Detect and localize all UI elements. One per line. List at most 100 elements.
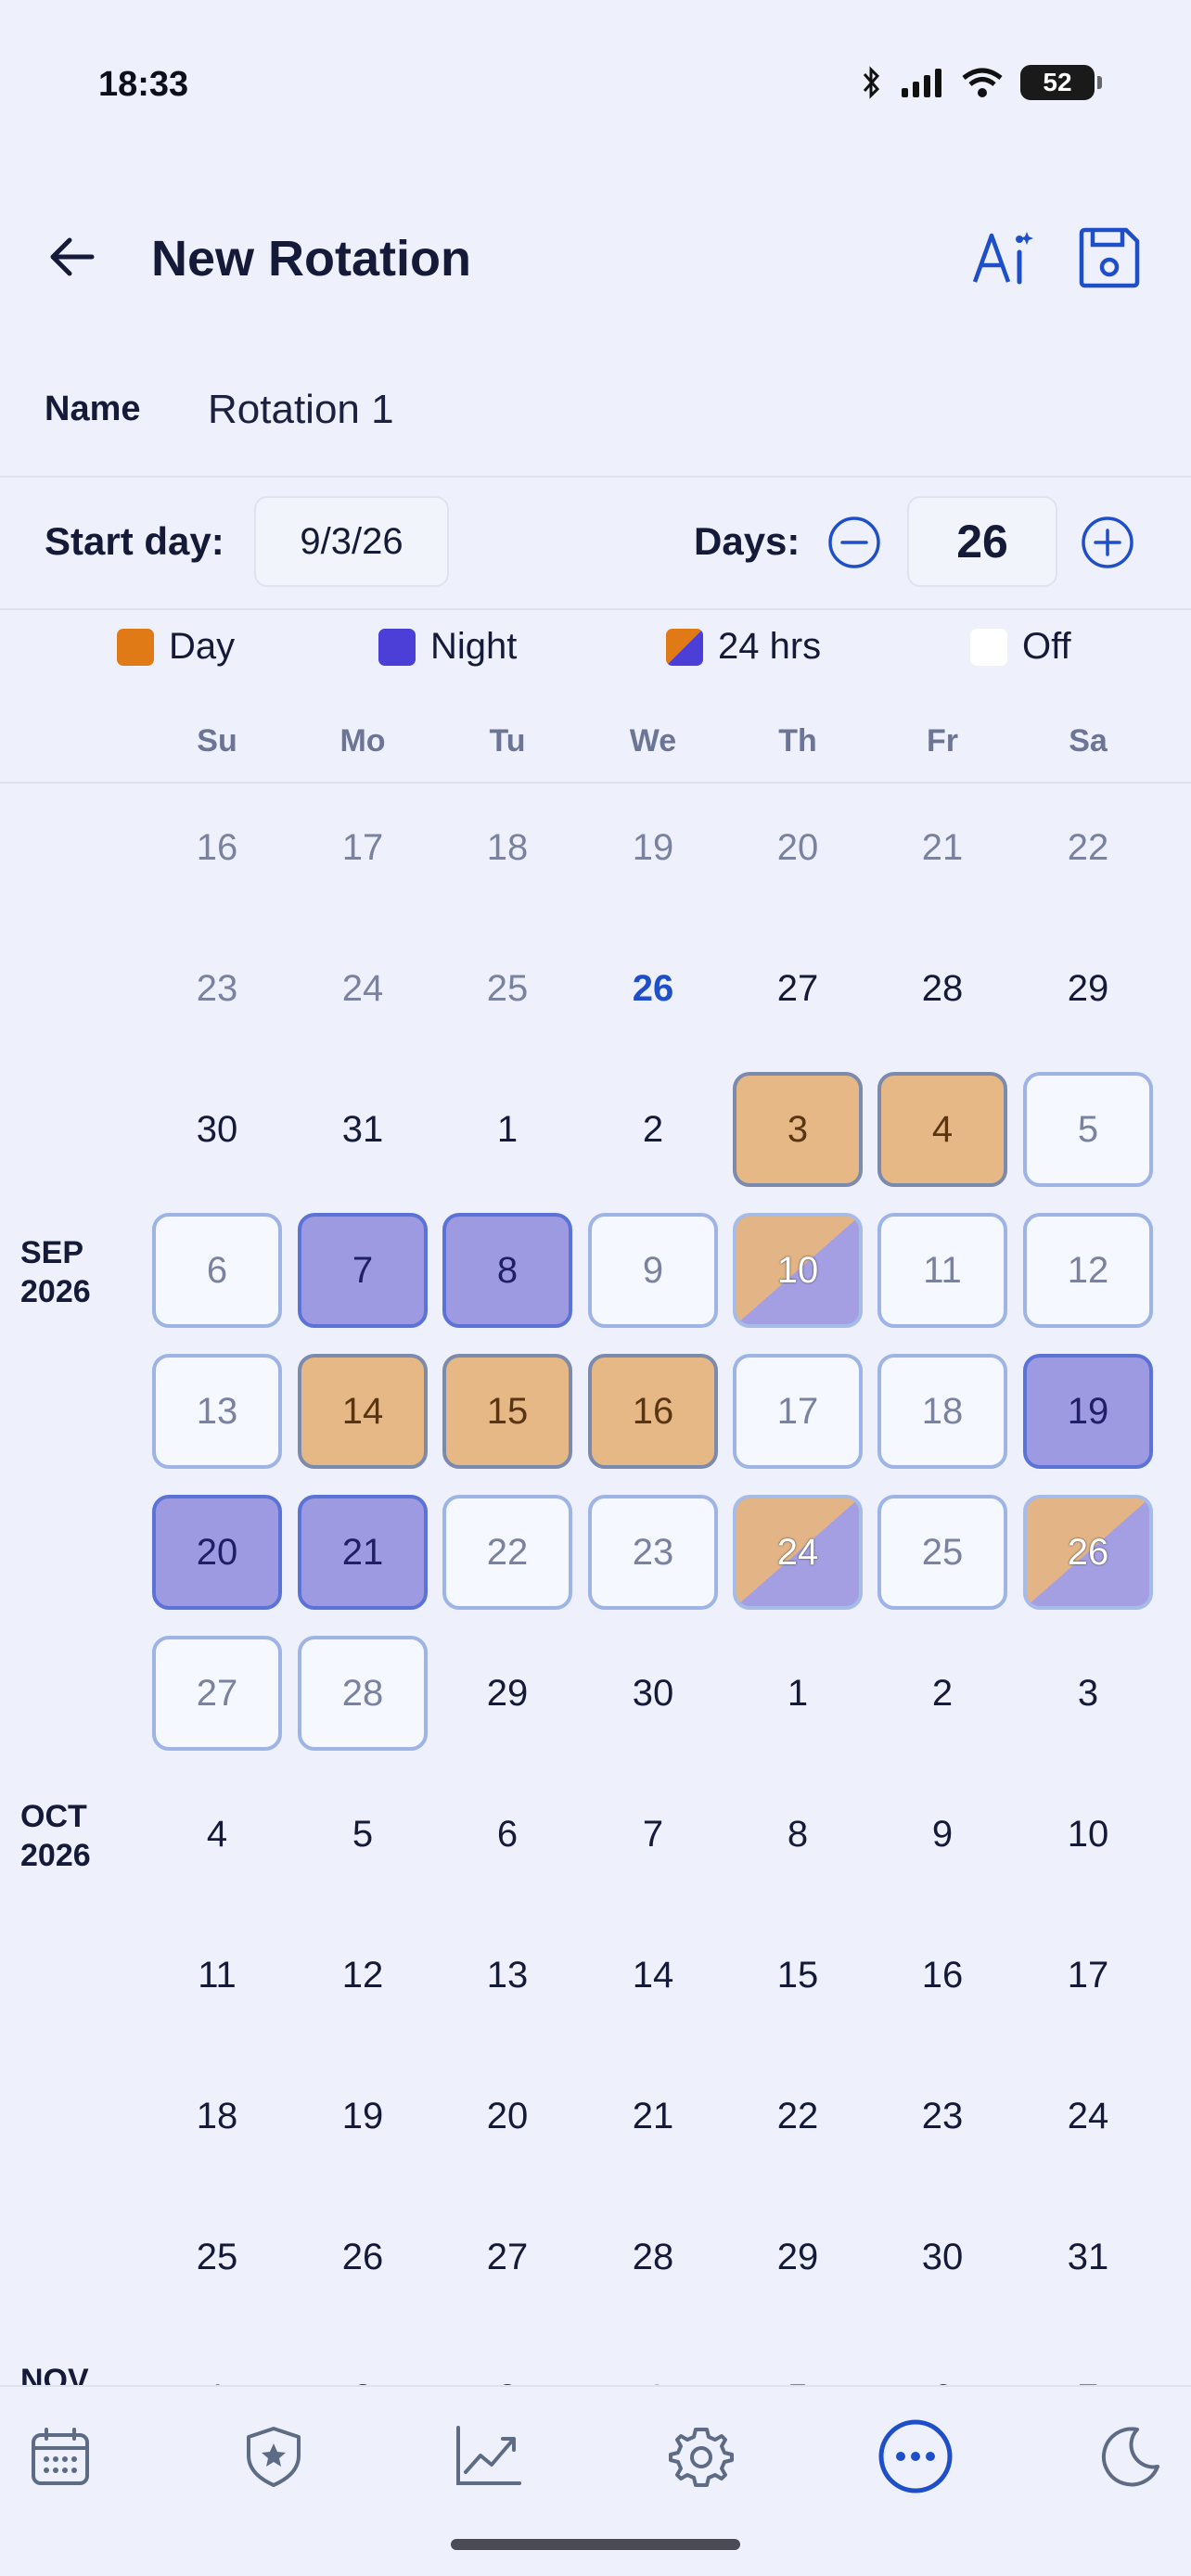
calendar-day-day[interactable]: 3 — [733, 1072, 863, 1187]
start-day-input[interactable]: 9/3/26 — [254, 496, 449, 587]
calendar-day[interactable]: 2 — [877, 1636, 1007, 1751]
calendar-day[interactable]: 20 — [442, 2059, 572, 2174]
name-input[interactable]: Rotation 1 — [208, 387, 394, 433]
calendar-day[interactable]: 1 — [733, 1636, 863, 1751]
calendar-day[interactable]: 23 — [152, 931, 282, 1046]
calendar-day-off[interactable]: 28 — [298, 1636, 428, 1751]
calendar-day[interactable]: 28 — [877, 931, 1007, 1046]
calendar-day[interactable]: 19 — [588, 790, 718, 905]
calendar-day[interactable]: 30 — [588, 1636, 718, 1751]
calendar-day[interactable]: 7 — [1023, 2340, 1153, 2386]
calendar-day[interactable]: 25 — [152, 2200, 282, 2315]
calendar-day-night[interactable]: 8 — [442, 1213, 572, 1328]
calendar-day-day[interactable]: 16 — [588, 1354, 718, 1469]
calendar-day-off[interactable]: 5 — [1023, 1072, 1153, 1187]
calendar-day-full[interactable]: 24 — [733, 1495, 863, 1610]
calendar-day-off[interactable]: 27 — [152, 1636, 282, 1751]
calendar-day[interactable]: 9 — [877, 1777, 1007, 1892]
calendar-day[interactable]: 1 — [442, 1072, 572, 1187]
calendar-day-night[interactable]: 7 — [298, 1213, 428, 1328]
calendar-day-off[interactable]: 13 — [152, 1354, 282, 1469]
calendar-day[interactable]: 5 — [733, 2340, 863, 2386]
calendar-day-off[interactable]: 22 — [442, 1495, 572, 1610]
calendar-day-off[interactable]: 6 — [152, 1213, 282, 1328]
calendar-day[interactable]: 3 — [1023, 1636, 1153, 1751]
calendar-day-off[interactable]: 18 — [877, 1354, 1007, 1469]
calendar-day[interactable]: 10 — [1023, 1777, 1153, 1892]
calendar-day[interactable]: 8 — [733, 1777, 863, 1892]
tab-badges[interactable] — [232, 2415, 315, 2498]
tab-calendar[interactable] — [19, 2415, 102, 2498]
calendar-day[interactable]: 6 — [442, 1777, 572, 1892]
calendar-day[interactable]: 20 — [733, 790, 863, 905]
calendar-day[interactable]: 21 — [877, 790, 1007, 905]
calendar-day[interactable]: 21 — [588, 2059, 718, 2174]
tab-more[interactable] — [874, 2415, 957, 2498]
days-label: Days: — [694, 519, 800, 563]
calendar-day-night[interactable]: 21 — [298, 1495, 428, 1610]
calendar-day[interactable]: 25 — [442, 931, 572, 1046]
calendar-day[interactable]: 24 — [1023, 2059, 1153, 2174]
calendar-day-off[interactable]: 12 — [1023, 1213, 1153, 1328]
calendar-day[interactable]: 18 — [152, 2059, 282, 2174]
calendar-day-full[interactable]: 10 — [733, 1213, 863, 1328]
calendar-day[interactable]: 15 — [733, 1918, 863, 2033]
tab-night-mode[interactable] — [1087, 2415, 1171, 2498]
calendar-day[interactable]: 27 — [442, 2200, 572, 2315]
calendar-day[interactable]: 17 — [298, 790, 428, 905]
tab-stats[interactable] — [446, 2415, 530, 2498]
calendar-day[interactable]: 12 — [298, 1918, 428, 2033]
days-input[interactable]: 26 — [907, 496, 1057, 587]
calendar-day[interactable]: 11 — [152, 1918, 282, 2033]
calendar-day[interactable]: 7 — [588, 1777, 718, 1892]
calendar-day-full[interactable]: 26 — [1023, 1495, 1153, 1610]
back-button[interactable] — [39, 224, 104, 289]
calendar-day[interactable]: 31 — [298, 1072, 428, 1187]
calendar-day[interactable]: 30 — [152, 1072, 282, 1187]
calendar-day-off[interactable]: 23 — [588, 1495, 718, 1610]
calendar-day[interactable]: 17 — [1023, 1918, 1153, 2033]
calendar-day-night[interactable]: 20 — [152, 1495, 282, 1610]
calendar-day-day[interactable]: 15 — [442, 1354, 572, 1469]
calendar-day-day[interactable]: 4 — [877, 1072, 1007, 1187]
calendar-day[interactable]: 18 — [442, 790, 572, 905]
calendar-day[interactable]: 29 — [1023, 931, 1153, 1046]
calendar-day[interactable]: 22 — [1023, 790, 1153, 905]
calendar-day-off[interactable]: 25 — [877, 1495, 1007, 1610]
calendar-day[interactable]: 19 — [298, 2059, 428, 2174]
calendar-day[interactable]: 31 — [1023, 2200, 1153, 2315]
calendar-day[interactable]: 29 — [442, 1636, 572, 1751]
calendar-day-day[interactable]: 14 — [298, 1354, 428, 1469]
calendar-day[interactable]: 26 — [298, 2200, 428, 2315]
calendar-day[interactable]: 13 — [442, 1918, 572, 2033]
calendar-day[interactable]: 30 — [877, 2200, 1007, 2315]
ai-button[interactable] — [969, 224, 1036, 291]
calendar-day[interactable]: 29 — [733, 2200, 863, 2315]
battery-indicator: 52 — [1020, 65, 1102, 100]
days-increment-button[interactable] — [1080, 515, 1135, 570]
calendar-day[interactable]: 14 — [588, 1918, 718, 2033]
calendar-day[interactable]: 4 — [588, 2340, 718, 2386]
calendar-day[interactable]: 24 — [298, 931, 428, 1046]
calendar-day[interactable]: 27 — [733, 931, 863, 1046]
save-button[interactable] — [1076, 224, 1143, 291]
calendar-day-off[interactable]: 9 — [588, 1213, 718, 1328]
calendar-day[interactable]: 4 — [152, 1777, 282, 1892]
calendar-day-off[interactable]: 11 — [877, 1213, 1007, 1328]
calendar-day[interactable]: 3 — [442, 2340, 572, 2386]
calendar-day[interactable]: 6 — [877, 2340, 1007, 2386]
calendar-day[interactable]: 2 — [298, 2340, 428, 2386]
days-decrement-button[interactable] — [826, 515, 882, 570]
calendar-day[interactable]: 23 — [877, 2059, 1007, 2174]
calendar-day[interactable]: 16 — [152, 790, 282, 905]
calendar-day-night[interactable]: 19 — [1023, 1354, 1153, 1469]
calendar-day[interactable]: 16 — [877, 1918, 1007, 2033]
calendar-day[interactable]: 5 — [298, 1777, 428, 1892]
calendar-day-off[interactable]: 17 — [733, 1354, 863, 1469]
calendar-day[interactable]: 22 — [733, 2059, 863, 2174]
tab-settings[interactable] — [660, 2415, 743, 2498]
calendar-day[interactable]: 28 — [588, 2200, 718, 2315]
calendar-day[interactable]: 2 — [588, 1072, 718, 1187]
calendar-day[interactable]: 26 — [588, 931, 718, 1046]
calendar-day[interactable]: 1 — [152, 2340, 282, 2386]
